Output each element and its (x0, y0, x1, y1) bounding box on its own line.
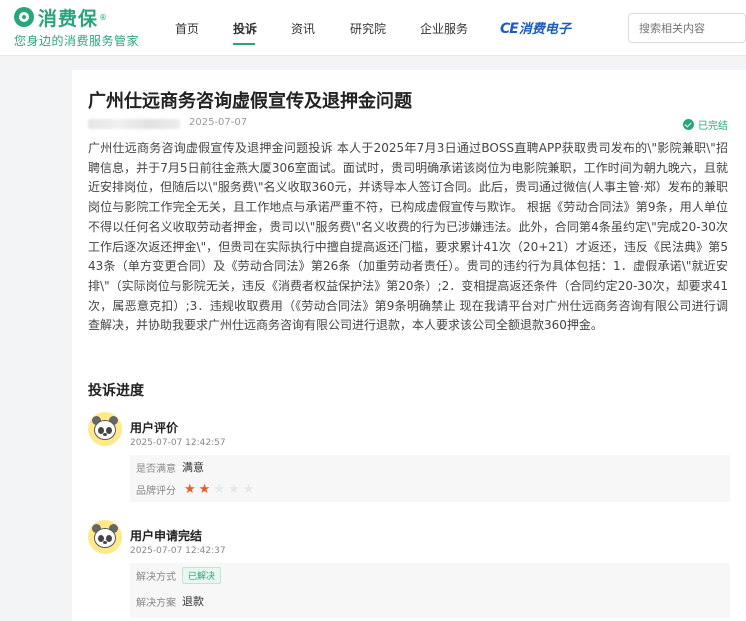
blurred-username (88, 119, 180, 129)
nav-home[interactable]: 首页 (175, 20, 199, 37)
resolution-method-row: 解决方式 已解决 (136, 565, 222, 585)
status-label: 已完结 (698, 121, 728, 132)
star-icon: ★ (242, 481, 255, 497)
entry-time: 2025-07-07 12:42:57 (130, 438, 226, 448)
registered-mark: ® (99, 12, 108, 22)
complaint-date: 2025-07-07 (189, 117, 248, 128)
logo-slogan: 您身边的消费服务管家 (14, 34, 140, 48)
nav-research[interactable]: 研究院 (350, 20, 386, 37)
search-input[interactable] (629, 14, 745, 42)
star-icon: ★ (227, 481, 240, 497)
resolved-badge: 已解决 (182, 566, 222, 584)
entry-detail: 是否满意 满意 品牌评分 ★ ★ ★ ★ ★ (130, 455, 730, 502)
rating-label: 品牌评分 (136, 485, 176, 497)
nav-enterprise[interactable]: 企业服务 (420, 20, 468, 37)
complaint-title: 广州仕远商务咨询虚假宣传及退押金问题 (88, 91, 412, 112)
site-logo[interactable]: 消费保 ® 您身边的消费服务管家 (14, 6, 154, 50)
satisfaction-label: 是否满意 (136, 463, 176, 475)
logo-mark-icon (14, 7, 34, 27)
entry-detail: 解决方式 已解决 解决方案 退款 (130, 563, 730, 618)
search-box[interactable] (628, 13, 746, 43)
status-badge: 已完结 (683, 117, 728, 132)
entry-title: 用户申请完结 (130, 529, 203, 543)
timeline-entry: 用户申请完结 2025-07-07 12:42:37 解决方式 已解决 解决方案… (88, 520, 730, 621)
avatar (88, 520, 122, 554)
star-rating: ★ ★ ★ ★ ★ (184, 483, 257, 496)
progress-title: 投诉进度 (88, 383, 144, 399)
resolution-plan-label: 解决方案 (136, 597, 176, 609)
ce-label: 消费电子 (518, 22, 571, 37)
avatar (88, 412, 122, 446)
resolution-plan-row: 解决方案 退款 (136, 591, 204, 611)
resolution-plan-value: 退款 (182, 595, 204, 608)
complaint-card: 广州仕远商务咨询虚假宣传及退押金问题 2025-07-07 已完结 广州仕远商务… (72, 70, 746, 621)
check-circle-icon (683, 119, 694, 130)
complaint-meta: 2025-07-07 (88, 117, 247, 131)
satisfaction-row: 是否满意 满意 (136, 457, 204, 477)
complaint-body: 广州仕远商务咨询虚假宣传及退押金问题投诉 本人于2025年7月3日通过BOSS直… (88, 141, 728, 333)
nav-news[interactable]: 资讯 (291, 20, 315, 37)
star-icon: ★ (213, 481, 225, 497)
entry-title: 用户评价 (130, 421, 179, 435)
satisfaction-value: 满意 (182, 461, 204, 474)
top-header: 消费保 ® 您身边的消费服务管家 首页 投诉 资讯 研究院 企业服务 CE消费电… (0, 0, 746, 56)
nav-consumer-electronics[interactable]: CE消费电子 (500, 18, 571, 37)
nav-active-indicator (233, 43, 255, 45)
ce-logo-icon: CE (500, 21, 519, 37)
star-icon: ★ (184, 481, 196, 497)
timeline-entry: 用户评价 2025-07-07 12:42:57 是否满意 满意 品牌评分 ★ … (88, 412, 730, 512)
rating-row: 品牌评分 ★ ★ ★ ★ ★ (136, 479, 257, 499)
resolution-method-label: 解决方式 (136, 571, 176, 583)
star-icon: ★ (198, 481, 211, 497)
nav-complaints[interactable]: 投诉 (233, 20, 257, 37)
logo-text: 消费保 (38, 7, 99, 30)
entry-time: 2025-07-07 12:42:37 (130, 546, 226, 556)
